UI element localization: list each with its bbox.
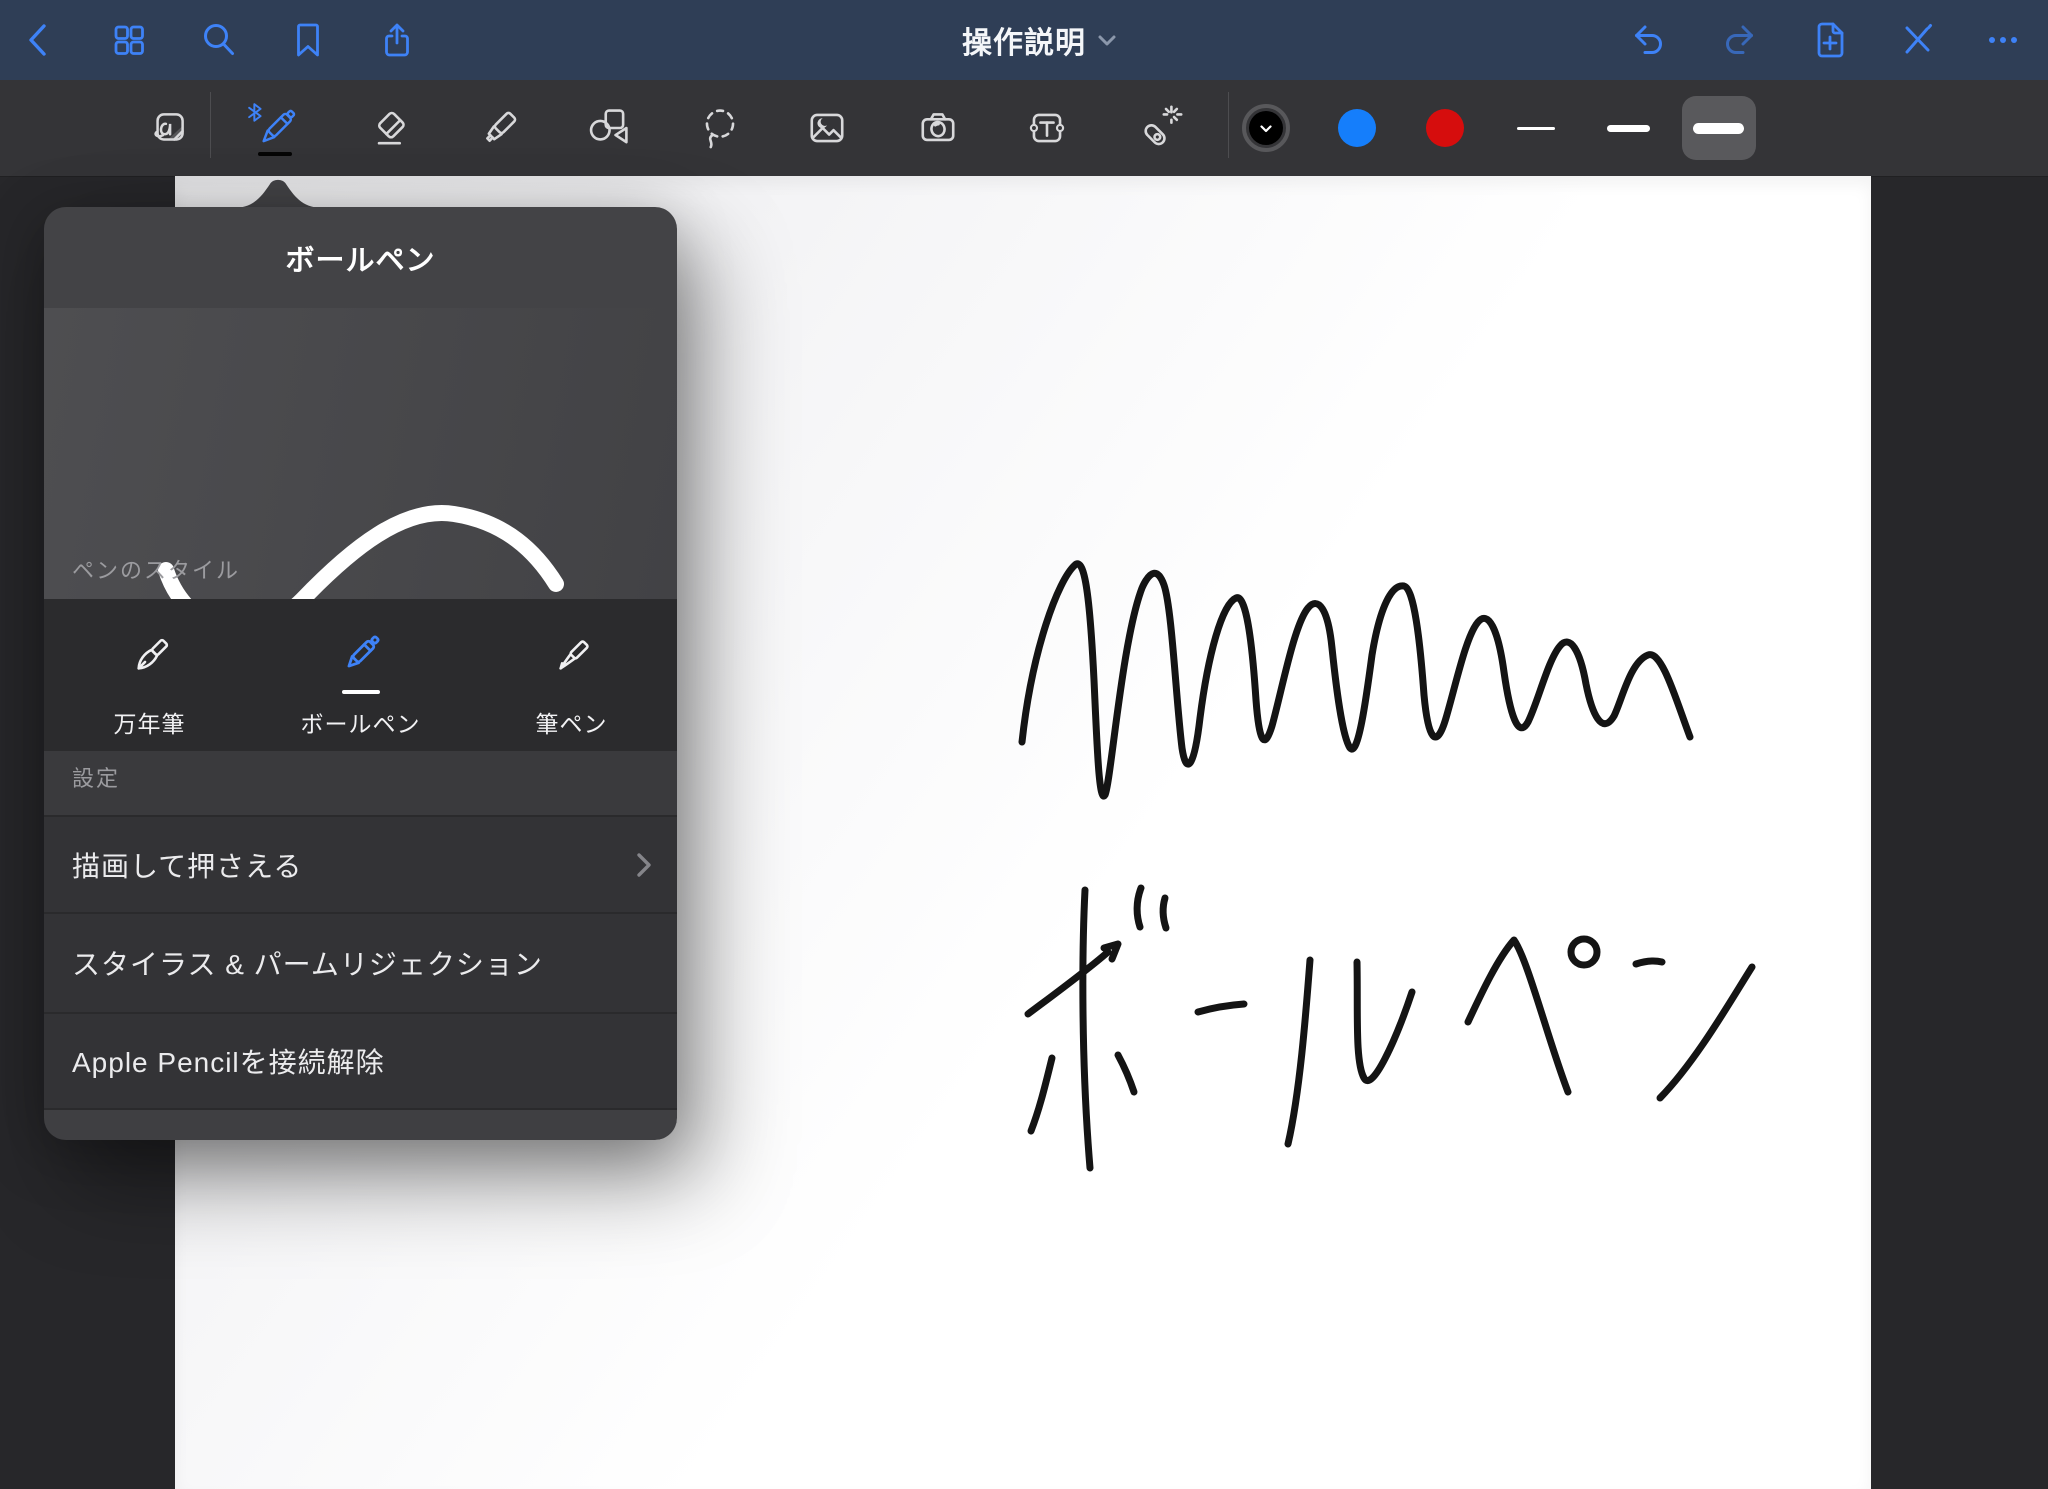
pen-style-brush[interactable]: 筆ペン <box>466 599 677 751</box>
pen-settings-popover: ボールペン ペンのスタイル 万年筆 <box>44 207 677 1140</box>
settings-section-header: 設定 <box>44 751 677 815</box>
brush-pen-icon <box>540 627 604 691</box>
setting-row-stylus-palm-rejection[interactable]: スタイラス & パームリジェクション <box>44 912 677 1012</box>
setting-row-label: Apple Pencilを接続解除 <box>72 1041 385 1081</box>
settings-label: 設定 <box>72 761 120 793</box>
pen-style-row: 万年筆 ボールペン <box>44 599 677 751</box>
popover-title: ボールペン <box>285 237 435 279</box>
pen-style-section-label: ペンのスタイル <box>72 553 240 585</box>
setting-row-draw-and-hold[interactable]: 描画して押さえる <box>44 815 677 912</box>
pen-style-ballpoint-selected[interactable]: ボールペン <box>255 599 466 751</box>
chevron-right-icon <box>635 851 653 879</box>
pen-style-label: ボールペン <box>301 705 421 739</box>
handwriting-scribble <box>1022 564 1690 796</box>
pen-style-label: 筆ペン <box>536 705 608 739</box>
ballpoint-pen-icon <box>329 624 393 688</box>
fountain-pen-icon <box>118 627 182 691</box>
stroke-preview-panel: ペンのスタイル <box>44 308 677 599</box>
popover-header: ボールペン <box>44 207 677 308</box>
handwriting-text <box>1028 888 1752 1168</box>
setting-row-disconnect-apple-pencil[interactable]: Apple Pencilを接続解除 <box>44 1012 677 1108</box>
pen-style-label: 万年筆 <box>114 705 186 739</box>
setting-row-label: スタイラス & パームリジェクション <box>72 943 543 983</box>
setting-row-label: 描画して押さえる <box>72 845 302 885</box>
popover-arrow <box>232 176 324 208</box>
pen-style-fountain[interactable]: 万年筆 <box>44 599 255 751</box>
popover-footer <box>44 1108 677 1140</box>
pen-style-selected-underline <box>342 690 380 694</box>
